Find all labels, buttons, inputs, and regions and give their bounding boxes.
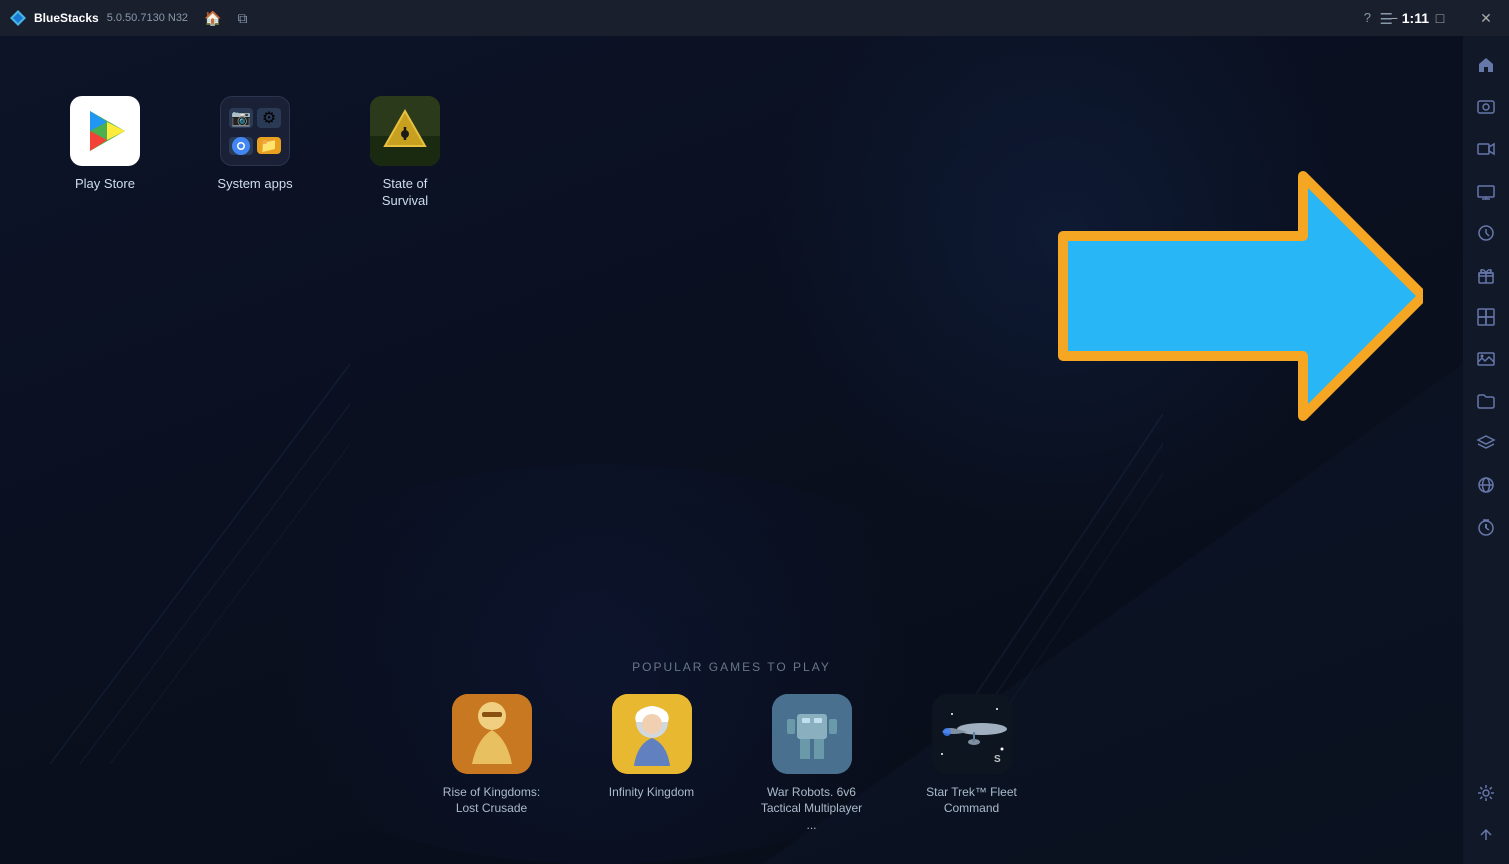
sidebar-gift-btn[interactable] (1466, 255, 1506, 295)
star-trek-label: Star Trek™ Fleet Command (917, 784, 1027, 818)
sidebar-home-btn[interactable] (1466, 45, 1506, 85)
titlebar: BlueStacks 5.0.50.7130 N32 🏠 ⧉ 1:11 ? ☰ … (0, 0, 1509, 36)
star-trek-icon: S (932, 694, 1012, 774)
app-name: BlueStacks (34, 11, 99, 25)
app-system-apps[interactable]: 📷 ⚙ 📁 System apps (210, 96, 300, 193)
state-of-survival-icon: ! (370, 96, 440, 166)
system-apps-label: System apps (217, 176, 292, 193)
help-icon[interactable]: ? (1364, 10, 1371, 25)
popular-games-list: Rise of Kingdoms: Lost Crusade (437, 694, 1027, 834)
filemanager-mini-icon: 📁 (257, 137, 281, 154)
chrome-mini-icon (229, 137, 253, 155)
rise-of-kingdoms-label: Rise of Kingdoms: Lost Crusade (437, 784, 547, 818)
rise-of-kingdoms-icon (452, 694, 532, 774)
window-controls: ? ☰ − □ ✕ (1371, 0, 1509, 36)
app-version: 5.0.50.7130 N32 (107, 12, 188, 24)
apps-grid: Play Store 📷 ⚙ 📁 System (60, 96, 450, 210)
maximize-button[interactable]: □ (1417, 0, 1463, 36)
camera-mini-icon: 📷 (229, 108, 253, 128)
titlebar-logo: BlueStacks 5.0.50.7130 N32 (8, 8, 188, 28)
infinity-kingdom-icon (612, 694, 692, 774)
sidebar-screenshot-btn[interactable] (1466, 87, 1506, 127)
right-sidebar (1463, 36, 1509, 864)
sidebar-video-btn[interactable] (1466, 129, 1506, 169)
sidebar-layers-btn[interactable] (1466, 423, 1506, 463)
sidebar-timer-btn[interactable] (1466, 507, 1506, 547)
svg-text:S: S (994, 754, 1001, 765)
sidebar-tv-btn[interactable] (1466, 171, 1506, 211)
state-of-survival-label: State of Survival (360, 176, 450, 210)
minimize-button[interactable]: − (1371, 0, 1417, 36)
sidebar-settings-btn[interactable] (1466, 773, 1506, 813)
close-button[interactable]: ✕ (1463, 0, 1509, 36)
game-rise-of-kingdoms[interactable]: Rise of Kingdoms: Lost Crusade (437, 694, 547, 818)
play-store-icon (70, 96, 140, 166)
system-apps-icon: 📷 ⚙ 📁 (220, 96, 290, 166)
sidebar-arrow-up-btn[interactable] (1466, 815, 1506, 855)
main-content: Play Store 📷 ⚙ 📁 System (0, 36, 1463, 864)
app-state-of-survival[interactable]: ! State of Survival (360, 96, 450, 210)
infinity-kingdom-label: Infinity Kingdom (609, 784, 694, 801)
popular-games-label: POPULAR GAMES TO PLAY (632, 660, 831, 674)
gear-mini-icon: ⚙ (257, 108, 281, 128)
hamburger-icon[interactable]: ☰ (1380, 10, 1393, 28)
sidebar-folder-btn[interactable] (1466, 381, 1506, 421)
sidebar-photo-btn[interactable] (1466, 339, 1506, 379)
play-store-label: Play Store (75, 176, 135, 193)
sidebar-clock-btn[interactable] (1466, 213, 1506, 253)
game-infinity-kingdom[interactable]: Infinity Kingdom (597, 694, 707, 801)
app-play-store[interactable]: Play Store (60, 96, 150, 193)
sidebar-multiinstance-btn[interactable] (1466, 297, 1506, 337)
game-star-trek[interactable]: S Star Trek™ Fleet Command (917, 694, 1027, 818)
war-robots-icon (772, 694, 852, 774)
bluestacks-logo-icon (8, 8, 28, 28)
titlebar-quick-icons: 🏠 ⧉ (204, 10, 247, 27)
home-titlebar-icon[interactable]: 🏠 (204, 10, 221, 27)
war-robots-label: War Robots. 6v6 Tactical Multiplayer ... (757, 784, 867, 834)
sidebar-globe-btn[interactable] (1466, 465, 1506, 505)
popular-games-section: POPULAR GAMES TO PLAY Rise of Kingdoms: … (0, 660, 1463, 834)
game-war-robots[interactable]: War Robots. 6v6 Tactical Multiplayer ... (757, 694, 867, 834)
multiinstance-icon[interactable]: ⧉ (238, 10, 248, 27)
